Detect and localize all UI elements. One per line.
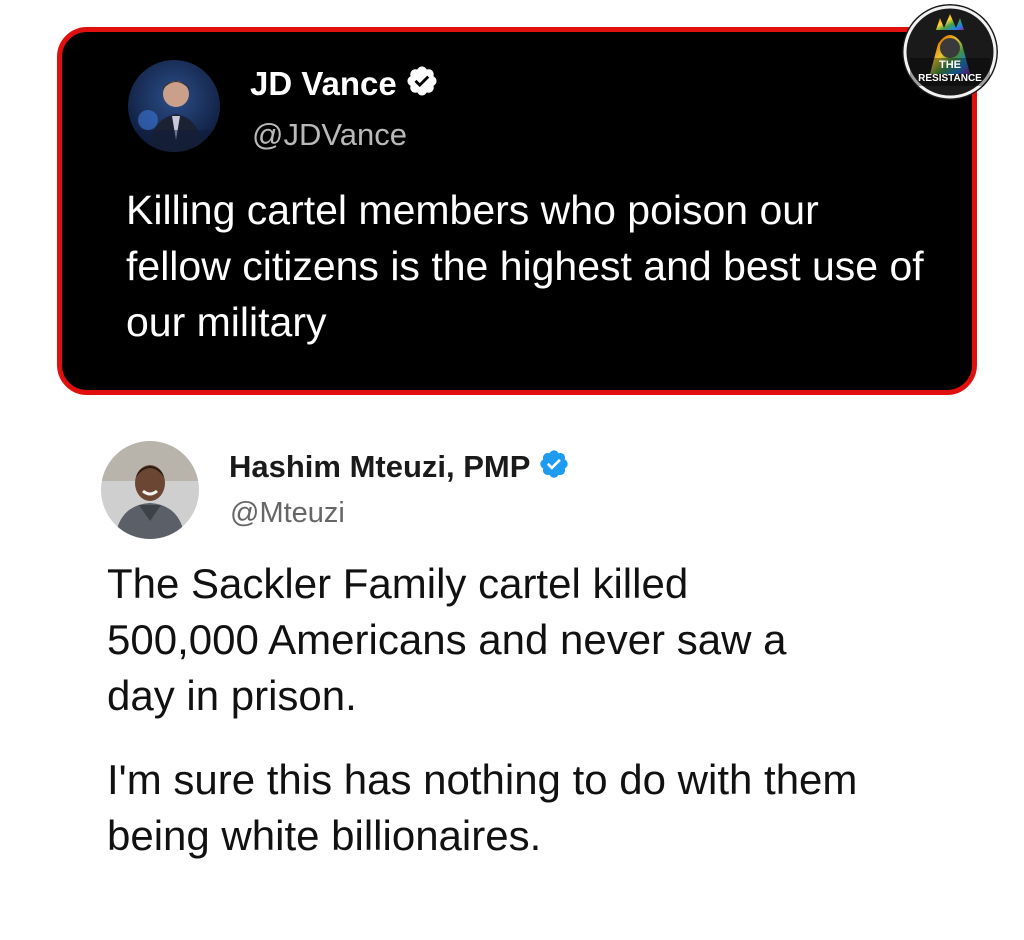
- avatar-mteuzi[interactable]: [101, 441, 199, 539]
- avatar-jdvance[interactable]: [128, 60, 220, 152]
- resistance-logo: THE RESISTANCE: [902, 4, 998, 100]
- logo-line1: THE: [939, 59, 961, 71]
- handle[interactable]: @JDVance: [252, 117, 407, 153]
- handle[interactable]: @Mteuzi: [230, 497, 345, 530]
- tweet-text: Killing cartel members who poison our fe…: [126, 187, 924, 345]
- logo-line2: RESISTANCE: [918, 73, 982, 84]
- tweet-paragraph-2: I'm sure this has nothing to do with the…: [107, 756, 858, 859]
- verified-badge-icon: [538, 448, 570, 485]
- tweet-paragraph-1: The Sackler Family cartel killed 500,000…: [107, 560, 787, 719]
- tweet-card-jdvance: JD Vance @JDVance Killing cartel members…: [57, 27, 977, 395]
- display-name[interactable]: Hashim Mteuzi, PMP: [229, 449, 530, 485]
- display-name[interactable]: JD Vance: [250, 65, 397, 103]
- verified-badge-icon: [405, 64, 439, 103]
